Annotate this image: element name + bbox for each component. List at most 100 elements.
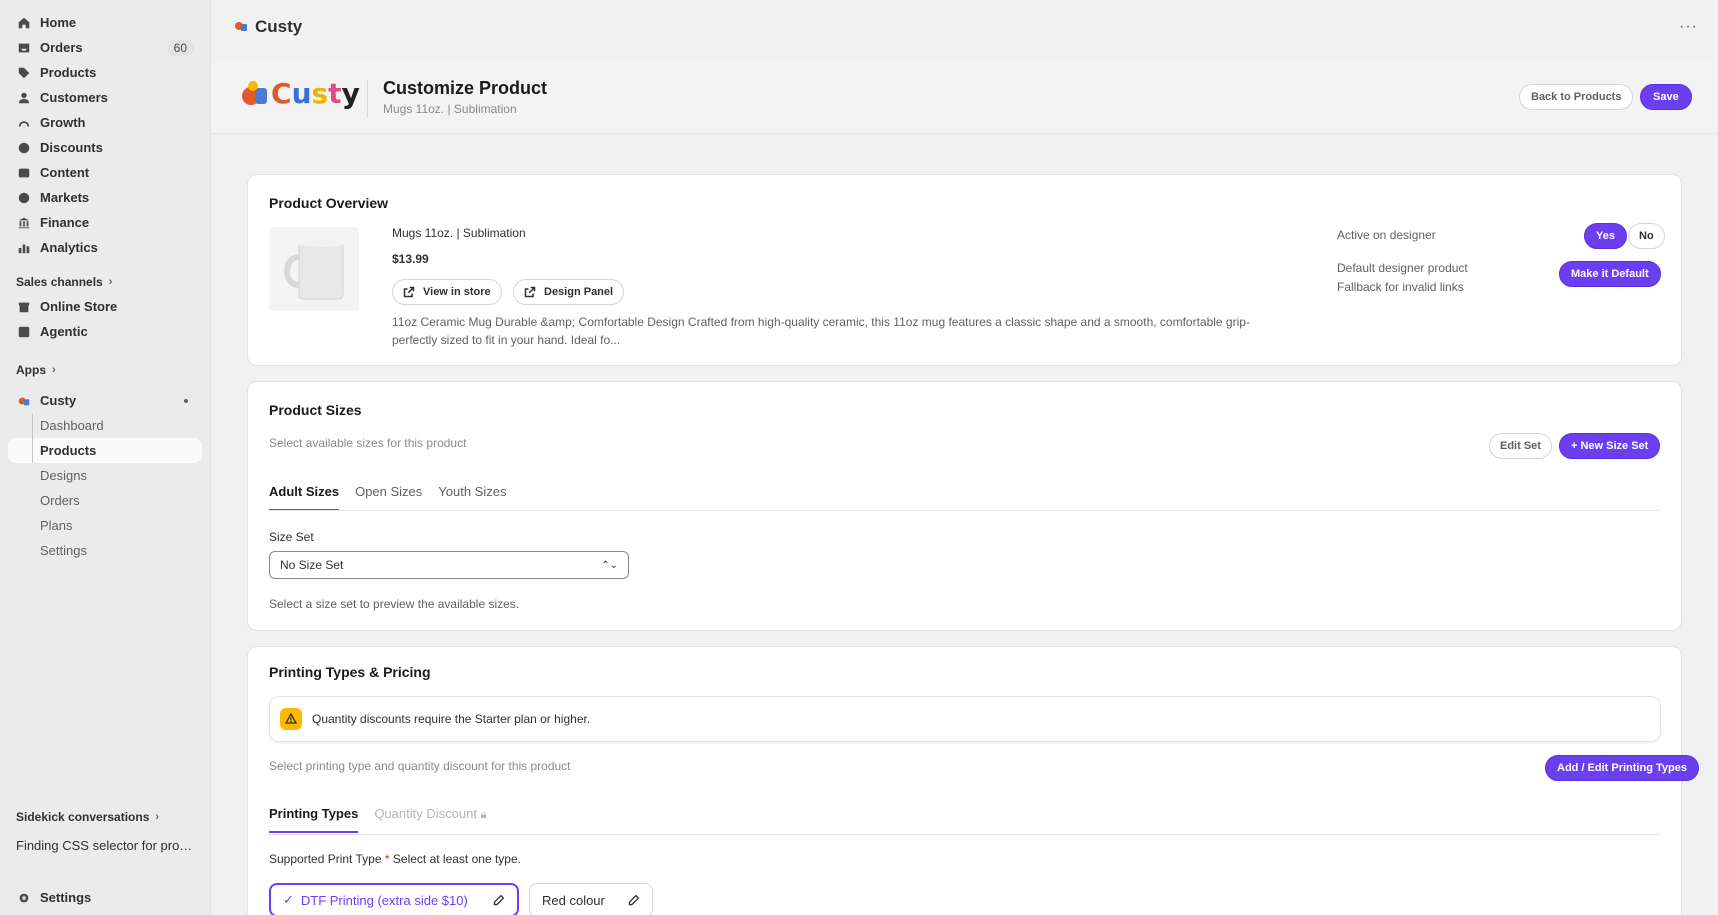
sidebar-item-agentic[interactable]: Agentic bbox=[8, 319, 202, 344]
sidebar-item-growth[interactable]: Growth bbox=[8, 110, 202, 135]
app-subnav-label: Products bbox=[40, 443, 97, 458]
header-divider bbox=[367, 80, 368, 118]
inbox-icon bbox=[16, 40, 32, 56]
orders-count-badge: 60 bbox=[166, 39, 194, 56]
app-subnav-item-dashboard[interactable]: Dashboard bbox=[8, 413, 202, 438]
external-link-icon bbox=[524, 286, 536, 298]
chevron-right-icon: › bbox=[108, 276, 113, 288]
required-mark: * bbox=[384, 852, 390, 866]
sidebar-item-label: Orders bbox=[40, 40, 83, 55]
app-subnav-item-settings[interactable]: Settings bbox=[8, 538, 202, 563]
main-area: Custy ··· Custy Customize Product Mugs 1… bbox=[210, 0, 1718, 915]
sidekick-header[interactable]: Sidekick conversations › bbox=[8, 805, 202, 829]
main-nav: Home Orders 60 Products Customers Growth Disco… bbox=[8, 10, 202, 260]
pin-dot-icon bbox=[184, 398, 188, 403]
size-set-select[interactable]: No Size Set ⌃⌄ bbox=[269, 551, 629, 579]
bank-icon bbox=[16, 215, 32, 231]
tab-quantity-discount[interactable]: Quantity Discount 🔒︎ bbox=[374, 806, 486, 833]
app-subnav-item-products[interactable]: Products bbox=[8, 438, 202, 463]
product-description: 11oz Ceramic Mug Durable &amp; Comfortab… bbox=[392, 315, 1250, 347]
page-subtitle: Mugs 11oz. | Sublimation bbox=[383, 102, 517, 116]
page-header: Custy Customize Product Mugs 11oz. | Sub… bbox=[211, 62, 1718, 134]
sidebar-item-customers[interactable]: Customers bbox=[8, 85, 202, 110]
add-edit-printing-types-button[interactable]: Add / Edit Printing Types bbox=[1545, 755, 1699, 781]
pencil-icon[interactable] bbox=[492, 894, 505, 907]
sidebar-item-products[interactable]: Products bbox=[8, 60, 202, 85]
tab-open-sizes[interactable]: Open Sizes bbox=[355, 484, 422, 511]
design-panel-button[interactable]: Design Panel bbox=[513, 279, 625, 305]
make-default-button[interactable]: Make it Default bbox=[1559, 261, 1661, 287]
bar-chart-icon bbox=[16, 240, 32, 256]
sidebar-item-label: Discounts bbox=[40, 140, 103, 155]
app-subnav-label: Orders bbox=[40, 493, 80, 508]
chevron-right-icon: › bbox=[52, 364, 56, 376]
warning-icon bbox=[280, 708, 302, 730]
sidekick-conversation-item[interactable]: Finding CSS selector for produ... bbox=[8, 833, 202, 858]
tab-youth-sizes[interactable]: Youth Sizes bbox=[438, 484, 506, 511]
fallback-label: Fallback for invalid links bbox=[1337, 280, 1464, 294]
product-name: Mugs 11oz. | Sublimation bbox=[392, 226, 526, 240]
edit-set-button[interactable]: Edit Set bbox=[1489, 433, 1552, 459]
sidebar-item-label: Finance bbox=[40, 215, 90, 230]
sales-channels-header[interactable]: Sales channels › bbox=[8, 270, 202, 294]
custy-logo: Custy bbox=[239, 77, 360, 110]
app-subnav: Dashboard Products Designs Orders Plans Setti… bbox=[8, 413, 202, 563]
sidebar-item-orders[interactable]: Orders 60 bbox=[8, 35, 202, 60]
view-in-store-label: View in store bbox=[423, 286, 491, 298]
view-in-store-button[interactable]: View in store bbox=[392, 279, 502, 305]
apps-header[interactable]: Apps › bbox=[8, 358, 202, 382]
sidebar-item-label: Content bbox=[40, 165, 90, 180]
size-preview-hint: Select a size set to preview the availab… bbox=[269, 597, 520, 611]
product-price: $13.99 bbox=[392, 252, 429, 266]
content-icon bbox=[16, 165, 32, 181]
tab-adult-sizes[interactable]: Adult Sizes bbox=[269, 484, 340, 511]
tabs-divider bbox=[269, 510, 1660, 511]
sidebar-item-markets[interactable]: Markets bbox=[8, 185, 202, 210]
size-set-label: Size Set bbox=[269, 530, 314, 544]
sizes-hint: Select available sizes for this product bbox=[269, 436, 467, 450]
app-subnav-label: Designs bbox=[40, 468, 87, 483]
sidebar-item-analytics[interactable]: Analytics bbox=[8, 235, 202, 260]
sidebar-item-online-store[interactable]: Online Store bbox=[8, 294, 202, 319]
pencil-icon[interactable] bbox=[627, 894, 640, 907]
app-subnav-item-orders[interactable]: Orders bbox=[8, 488, 202, 513]
sidebar-item-label: Markets bbox=[40, 190, 90, 205]
sidekick-label: Sidekick conversations bbox=[16, 810, 150, 824]
active-on-designer-label: Active on designer bbox=[1337, 228, 1436, 242]
active-yes-button[interactable]: Yes bbox=[1584, 223, 1627, 249]
sidebar-item-label: Online Store bbox=[40, 299, 118, 314]
sidebar-item-label: Settings bbox=[40, 890, 92, 905]
sidebar-item-label: Customers bbox=[40, 90, 108, 105]
back-to-products-button[interactable]: Back to Products bbox=[1519, 84, 1634, 110]
external-link-icon bbox=[403, 286, 415, 298]
page-title: Customize Product bbox=[383, 78, 548, 98]
gear-icon bbox=[16, 890, 32, 906]
tabs-divider bbox=[269, 834, 1660, 835]
sidebar-item-discounts[interactable]: Discounts bbox=[8, 135, 202, 160]
sidebar-item-label: Custy bbox=[40, 393, 77, 408]
discount-icon bbox=[16, 140, 32, 156]
select-caret-icon: ⌃⌄ bbox=[601, 559, 618, 571]
store-icon bbox=[16, 299, 32, 315]
tab-printing-types[interactable]: Printing Types bbox=[269, 806, 359, 833]
app-subnav-item-designs[interactable]: Designs bbox=[8, 463, 202, 488]
printing-hint: Select printing type and quantity discou… bbox=[269, 759, 571, 773]
sidebar-item-label: Home bbox=[40, 15, 77, 30]
print-type-chip-selected[interactable]: ✓ DTF Printing (extra side $10) bbox=[269, 883, 519, 915]
home-icon bbox=[16, 15, 32, 31]
more-actions-icon[interactable]: ··· bbox=[1679, 18, 1698, 36]
size-tabs: Adult Sizes Open Sizes Youth Sizes bbox=[269, 484, 522, 511]
sidebar-item-home[interactable]: Home bbox=[8, 10, 202, 35]
new-size-set-button[interactable]: + New Size Set bbox=[1559, 433, 1661, 459]
print-type-label: DTF Printing (extra side $10) bbox=[300, 892, 468, 908]
save-button[interactable]: Save bbox=[1640, 84, 1692, 110]
banner-text: Quantity discounts require the Starter p… bbox=[312, 712, 591, 726]
sidebar-item-finance[interactable]: Finance bbox=[8, 210, 202, 235]
active-no-button[interactable]: No bbox=[1628, 223, 1665, 249]
sidebar-item-content[interactable]: Content bbox=[8, 160, 202, 185]
print-type-chip[interactable]: Red colour bbox=[529, 883, 653, 915]
sidekick-section: Sidekick conversations › Finding CSS sel… bbox=[8, 805, 202, 858]
sidebar-item-custy[interactable]: Custy bbox=[8, 388, 202, 413]
sidebar-item-settings[interactable]: Settings bbox=[8, 885, 202, 910]
app-subnav-item-plans[interactable]: Plans bbox=[8, 513, 202, 538]
